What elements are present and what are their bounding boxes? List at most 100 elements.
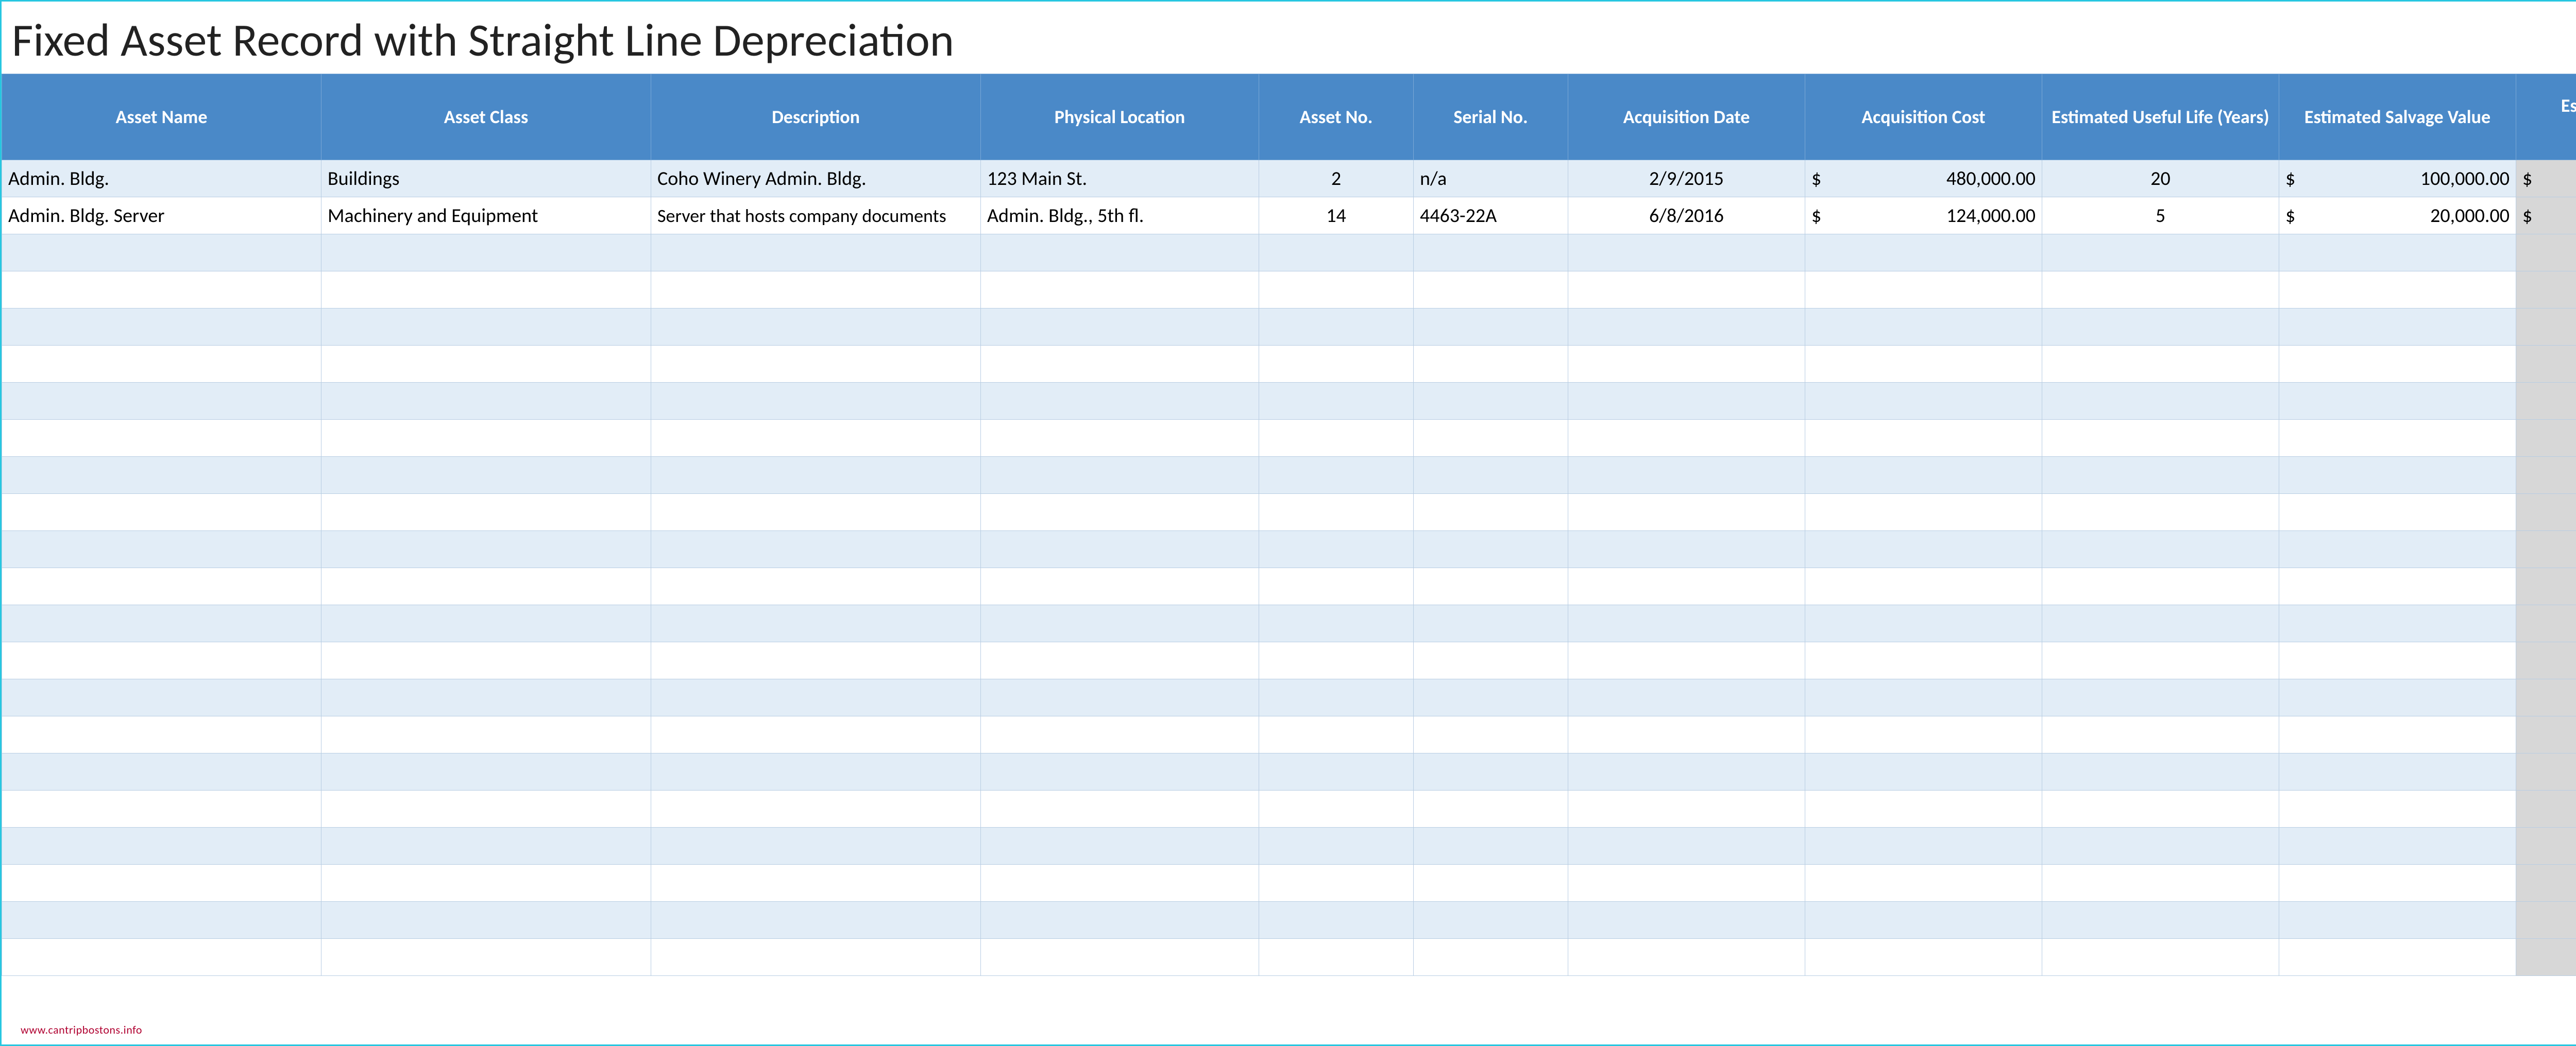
- cell-empty[interactable]: [1568, 420, 1805, 457]
- cell-empty[interactable]: [2516, 271, 2576, 308]
- cell-empty[interactable]: [2279, 902, 2516, 939]
- cell-empty[interactable]: [321, 865, 651, 902]
- cell-empty[interactable]: [2042, 753, 2279, 791]
- cell-life[interactable]: 20: [2042, 160, 2279, 197]
- cell-empty[interactable]: [321, 234, 651, 271]
- cell-asset-name[interactable]: Admin. Bldg. Server: [2, 197, 321, 234]
- cell-empty[interactable]: [321, 383, 651, 420]
- cell-empty[interactable]: [2516, 420, 2576, 457]
- cell-empty[interactable]: [1259, 494, 1414, 531]
- cell-acq-date[interactable]: 2/9/2015: [1568, 160, 1805, 197]
- cell-empty[interactable]: [1568, 865, 1805, 902]
- cell-empty[interactable]: [1259, 828, 1414, 865]
- cell-empty[interactable]: [2516, 568, 2576, 605]
- cell-empty[interactable]: [2, 865, 321, 902]
- cell-empty[interactable]: [1805, 939, 2042, 976]
- cell-empty[interactable]: [1414, 383, 1568, 420]
- cell-asset-class[interactable]: Buildings: [321, 160, 651, 197]
- cell-empty[interactable]: [1414, 308, 1568, 346]
- cell-empty[interactable]: [321, 271, 651, 308]
- cell-empty[interactable]: [651, 568, 981, 605]
- col-acq-date[interactable]: Acquisition Date: [1568, 74, 1805, 160]
- cell-empty[interactable]: [1414, 791, 1568, 828]
- cell-empty[interactable]: [2, 679, 321, 716]
- cell-empty[interactable]: [1414, 531, 1568, 568]
- cell-empty[interactable]: [981, 234, 1259, 271]
- cell-empty[interactable]: [1414, 679, 1568, 716]
- cell-empty[interactable]: [1414, 457, 1568, 494]
- cell-empty[interactable]: [981, 308, 1259, 346]
- cell-empty[interactable]: [321, 308, 651, 346]
- cell-empty[interactable]: [321, 605, 651, 642]
- cell-empty[interactable]: [1259, 420, 1414, 457]
- cell-empty[interactable]: [2516, 753, 2576, 791]
- cell-empty[interactable]: [1805, 346, 2042, 383]
- cell-empty[interactable]: [1259, 457, 1414, 494]
- cell-empty[interactable]: [1568, 383, 1805, 420]
- cell-empty[interactable]: [1568, 531, 1805, 568]
- cell-empty[interactable]: [2516, 679, 2576, 716]
- cell-empty[interactable]: [981, 791, 1259, 828]
- cell-empty[interactable]: [2, 494, 321, 531]
- cell-money[interactable]: $20,000.00: [2279, 197, 2516, 234]
- cell-empty[interactable]: [2516, 865, 2576, 902]
- cell-empty[interactable]: [1568, 494, 1805, 531]
- cell-empty[interactable]: [1259, 865, 1414, 902]
- cell-empty[interactable]: [1805, 902, 2042, 939]
- cell-empty[interactable]: [651, 642, 981, 679]
- cell-empty[interactable]: [321, 716, 651, 753]
- col-serial-no[interactable]: Serial No.: [1414, 74, 1568, 160]
- cell-empty[interactable]: [2, 531, 321, 568]
- cell-empty[interactable]: [1805, 271, 2042, 308]
- cell-empty[interactable]: [651, 494, 981, 531]
- cell-empty[interactable]: [651, 234, 981, 271]
- cell-empty[interactable]: [321, 568, 651, 605]
- cell-empty[interactable]: [2279, 531, 2516, 568]
- cell-empty[interactable]: [1414, 494, 1568, 531]
- cell-empty[interactable]: [321, 791, 651, 828]
- cell-empty[interactable]: [2516, 605, 2576, 642]
- cell-empty[interactable]: [2042, 902, 2279, 939]
- cell-empty[interactable]: [321, 828, 651, 865]
- cell-empty[interactable]: [1805, 383, 2042, 420]
- col-description[interactable]: Description: [651, 74, 981, 160]
- cell-empty[interactable]: [2, 308, 321, 346]
- cell-empty[interactable]: [2, 420, 321, 457]
- cell-empty[interactable]: [2516, 828, 2576, 865]
- cell-empty[interactable]: [651, 939, 981, 976]
- cell-empty[interactable]: [1414, 828, 1568, 865]
- cell-empty[interactable]: [2516, 642, 2576, 679]
- cell-empty[interactable]: [651, 902, 981, 939]
- cell-empty[interactable]: [2279, 939, 2516, 976]
- cell-empty[interactable]: [981, 383, 1259, 420]
- cell-empty[interactable]: [1259, 383, 1414, 420]
- cell-empty[interactable]: [321, 679, 651, 716]
- cell-empty[interactable]: [651, 605, 981, 642]
- cell-money[interactable]: $480,000.00: [1805, 160, 2042, 197]
- cell-empty[interactable]: [2516, 346, 2576, 383]
- cell-location[interactable]: Admin. Bldg., 5th fl.: [981, 197, 1259, 234]
- cell-empty[interactable]: [651, 420, 981, 457]
- cell-asset-name[interactable]: Admin. Bldg.: [2, 160, 321, 197]
- cell-asset-class[interactable]: Machinery and Equipment: [321, 197, 651, 234]
- cell-empty[interactable]: [1805, 568, 2042, 605]
- cell-empty[interactable]: [2516, 234, 2576, 271]
- cell-empty[interactable]: [981, 531, 1259, 568]
- cell-empty[interactable]: [981, 568, 1259, 605]
- cell-empty[interactable]: [2, 234, 321, 271]
- cell-empty[interactable]: [651, 791, 981, 828]
- cell-empty[interactable]: [981, 642, 1259, 679]
- cell-empty[interactable]: [1805, 753, 2042, 791]
- cell-empty[interactable]: [321, 494, 651, 531]
- cell-empty[interactable]: [1568, 308, 1805, 346]
- col-asset-no[interactable]: Asset No.: [1259, 74, 1414, 160]
- cell-empty[interactable]: [1805, 308, 2042, 346]
- cell-empty[interactable]: [651, 531, 981, 568]
- cell-empty[interactable]: [1568, 568, 1805, 605]
- cell-empty[interactable]: [1414, 605, 1568, 642]
- cell-empty[interactable]: [2, 939, 321, 976]
- cell-empty[interactable]: [1414, 716, 1568, 753]
- cell-empty[interactable]: [1414, 865, 1568, 902]
- cell-empty[interactable]: [1805, 234, 2042, 271]
- cell-empty[interactable]: [2, 753, 321, 791]
